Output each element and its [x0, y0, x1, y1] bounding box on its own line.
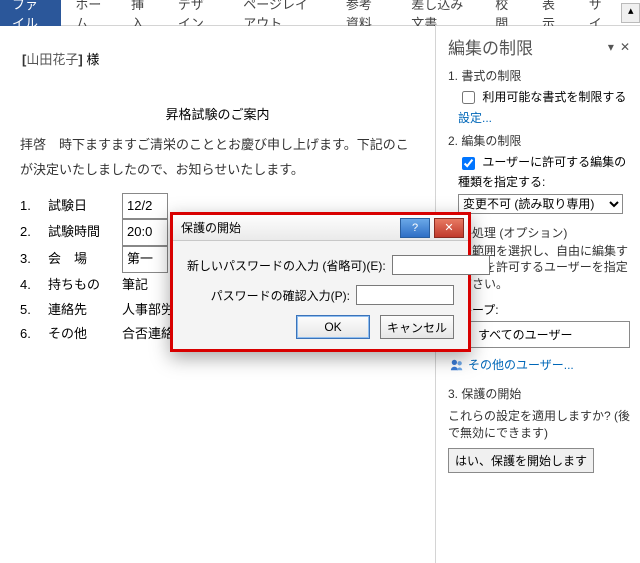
- tab-review[interactable]: 校閲: [481, 0, 528, 26]
- formatting-settings-link[interactable]: 設定...: [458, 109, 630, 126]
- tab-insert[interactable]: 挿入: [117, 0, 164, 26]
- ribbon: ファイル ホーム 挿入 デザイン ページレイアウト 参考資料 差し込み文書 校閲…: [0, 0, 640, 26]
- group-everyone-label: すべてのユーザー: [478, 326, 572, 343]
- limit-formatting-checkbox[interactable]: 利用可能な書式を制限する: [458, 90, 626, 104]
- list-value: 筆記: [122, 273, 148, 298]
- recipient-name: 山田花子: [26, 52, 78, 67]
- document-paragraph-2: が決定いたしましたので、お知らせいたします。: [20, 158, 415, 183]
- start-protection-button[interactable]: はい、保護を開始します: [448, 448, 594, 473]
- list-value-field[interactable]: 12/2: [122, 193, 168, 220]
- pane-menu-icon[interactable]: ▾: [608, 40, 614, 54]
- dialog-titlebar[interactable]: 保護の開始 ? ✕: [173, 215, 468, 241]
- confirm-password-input[interactable]: [356, 285, 454, 305]
- limit-formatting-label: 利用可能な書式を制限する: [482, 90, 626, 104]
- recipient-suffix: 様: [86, 52, 99, 67]
- list-number: 5.: [20, 298, 48, 323]
- document-title: 昇格試験のご案内: [20, 103, 415, 128]
- limit-formatting-input[interactable]: [462, 91, 475, 104]
- allow-editing-input[interactable]: [462, 157, 475, 170]
- list-label: 会 場: [48, 247, 122, 272]
- new-password-label: 新しいパスワードの入力 (省略可)(E):: [187, 257, 392, 274]
- allow-editing-checkbox[interactable]: ユーザーに許可する編集の種類を指定する:: [458, 155, 626, 188]
- tab-mailings[interactable]: 差し込み文書: [397, 0, 481, 26]
- dialog-close-button[interactable]: ✕: [434, 218, 464, 238]
- list-label: 試験時間: [48, 220, 122, 245]
- ok-button[interactable]: OK: [296, 315, 370, 339]
- dialog-body: 新しいパスワードの入力 (省略可)(E): パスワードの確認入力(P): OK …: [173, 241, 468, 349]
- other-users-link[interactable]: その他のユーザー...: [450, 356, 630, 373]
- recipient-field[interactable]: [山田花子] 様: [20, 46, 101, 75]
- list-value-field[interactable]: 第一: [122, 246, 168, 273]
- list-number: 4.: [20, 273, 48, 298]
- list-label: 試験日: [48, 194, 122, 219]
- section-3-head: 3. 保護の開始: [448, 385, 630, 402]
- tab-view[interactable]: 表示: [528, 0, 575, 26]
- list-value-field[interactable]: 20:0: [122, 219, 168, 246]
- start-protection-dialog: 保護の開始 ? ✕ 新しいパスワードの入力 (省略可)(E): パスワードの確認…: [170, 212, 471, 352]
- list-number: 6.: [20, 322, 48, 347]
- confirm-password-label: パスワードの確認入力(P):: [187, 287, 356, 304]
- dialog-help-button[interactable]: ?: [400, 218, 430, 238]
- users-icon: [450, 358, 464, 372]
- list-label: その他: [48, 322, 122, 347]
- list-label: 連絡先: [48, 298, 122, 323]
- ribbon-overflow-icon[interactable]: ▴: [621, 3, 640, 23]
- group-head: グループ:: [448, 301, 630, 318]
- group-box: すべてのユーザー: [448, 321, 630, 348]
- dialog-title: 保護の開始: [181, 219, 241, 236]
- editing-type-select[interactable]: 変更不可 (読み取り専用): [458, 194, 623, 214]
- list-number: 2.: [20, 220, 48, 245]
- allow-editing-label: ユーザーに許可する編集の種類を指定する:: [458, 155, 626, 188]
- pane-close-icon[interactable]: ✕: [620, 40, 630, 54]
- tab-signin-partial[interactable]: サイ: [575, 0, 622, 26]
- new-password-input[interactable]: [392, 255, 490, 275]
- other-users-label: その他のユーザー...: [468, 356, 574, 373]
- tab-design[interactable]: デザイン: [164, 0, 229, 26]
- tab-home[interactable]: ホーム: [61, 0, 117, 26]
- exceptions-head: 例外処理 (オプション): [448, 224, 630, 241]
- list-number: 3.: [20, 247, 48, 272]
- cancel-button[interactable]: キャンセル: [380, 315, 454, 339]
- pane-title: 編集の制限: [448, 34, 533, 59]
- list-number: 1.: [20, 194, 48, 219]
- tab-file[interactable]: ファイル: [0, 0, 61, 26]
- list-label: 持ちもの: [48, 273, 122, 298]
- tab-references[interactable]: 参考資料: [332, 0, 397, 26]
- bracket-right-icon: ]: [78, 52, 82, 67]
- section-1-head: 1. 書式の制限: [448, 67, 630, 84]
- tab-page-layout[interactable]: ページレイアウト: [229, 0, 332, 26]
- section-2-head: 2. 編集の制限: [448, 132, 630, 149]
- document-paragraph-1: 拝啓 時下ますますご清栄のこととお慶び申し上げます。下記のこ: [20, 133, 415, 158]
- apply-question: これらの設定を適用しますか? (後で無効にできます): [448, 408, 630, 442]
